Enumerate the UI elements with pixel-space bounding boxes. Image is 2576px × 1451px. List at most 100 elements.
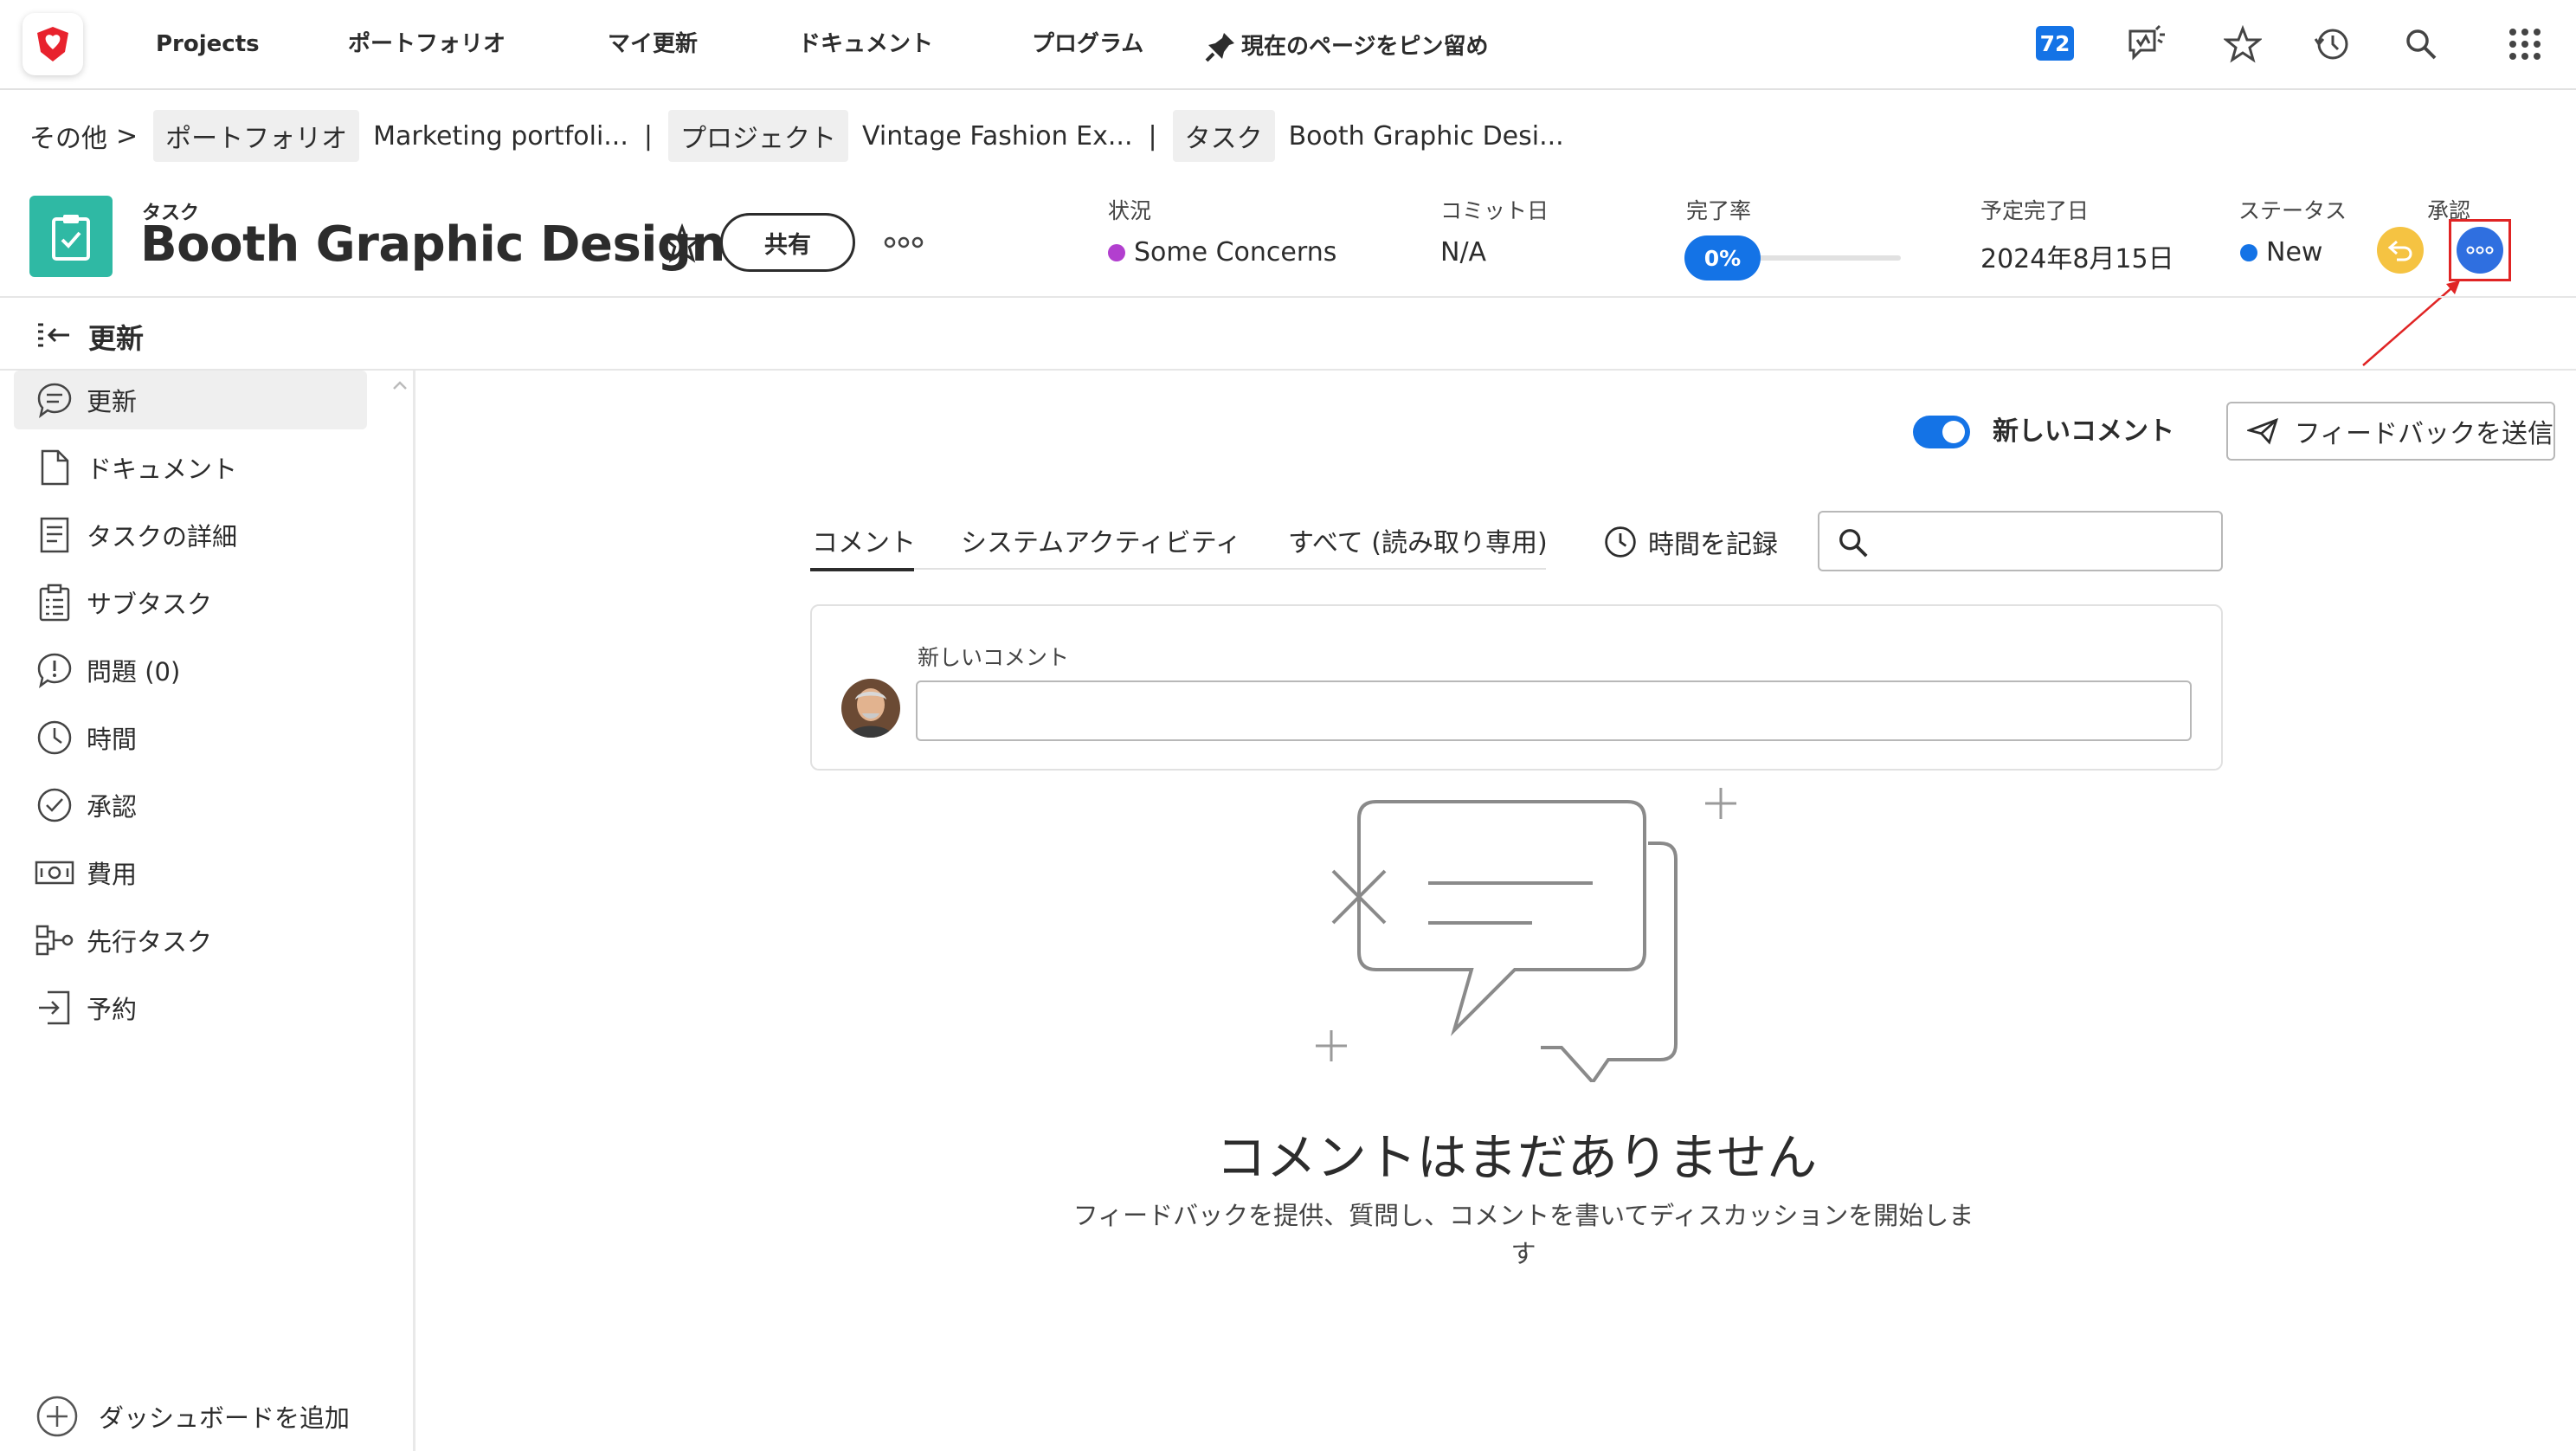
checkmark-circle-icon [35,785,74,825]
annotation-highlight-box [2449,219,2511,281]
send-feedback-label: フィードバックを送信 [2294,419,2553,449]
status-value[interactable]: New [2240,237,2322,268]
log-time-button[interactable]: 時間を記録 [1603,523,1778,561]
nav-documents[interactable]: ドキュメント [798,29,933,59]
more-options-icon[interactable] [881,227,926,258]
favorite-star-icon[interactable] [660,221,705,266]
share-button[interactable]: 共有 [720,213,855,272]
sidebar-item-label: 先行タスク [87,927,213,957]
sidebar-item-hours[interactable]: 時間 [14,708,367,767]
nav-portfolio[interactable]: ポートフォリオ [348,29,506,59]
empty-state-description: フィードバックを提供、質問し、コメントを書いてディスカッションを開始します [1072,1201,1974,1268]
sidebar-item-label: タスクの詳細 [87,522,238,551]
condition-dot [1108,243,1125,261]
clock-icon [35,718,74,758]
commit-date-value[interactable]: N/A [1440,237,1486,268]
sidebar-item-label: 問題 (0) [87,657,181,687]
condition-label: 状況 [1108,198,1152,223]
add-dashboard-button[interactable]: ダッシュボードを追加 [35,1394,350,1439]
tab-all-readonly[interactable]: すべて (読み取り専用) [1288,526,1548,561]
annotation-arrow-icon [2362,281,2460,366]
sidebar-item-predecessors[interactable]: 先行タスク [14,911,367,970]
sidebar-item-label: 費用 [87,860,138,889]
collapse-panel-icon [38,323,69,347]
new-comment-toggle[interactable] [1913,416,1970,448]
clock-icon [1605,526,1636,558]
notification-badge[interactable]: 72 [2036,26,2074,61]
tab-system-activity[interactable]: システムアクティビティ [961,526,1241,561]
nav-my-updates[interactable]: マイ更新 [608,29,698,59]
sidebar-item-subtasks[interactable]: サブタスク [14,573,367,632]
user-avatar[interactable] [841,679,900,738]
tab-comments[interactable]: コメント [812,526,916,561]
sidebar-item-expenses[interactable]: 費用 [14,843,367,902]
nav-pin-page[interactable]: 現在のページをピン留め [1203,29,1488,64]
status-text: New [2266,237,2323,268]
nav-projects[interactable]: Projects [156,29,260,59]
status-label: ステータス [2238,198,2347,223]
nav-pin-label: 現在のページをピン留め [1241,34,1489,60]
breadcrumb: その他 > ポートフォリオ Marketing portfoli... | プロ… [29,110,1571,162]
money-icon [35,853,74,893]
shield-logo-icon [37,27,68,61]
breadcrumb-portfolio-link[interactable]: Marketing portfoli... [373,121,628,152]
new-comment-toggle-label: 新しいコメント [1993,416,2174,447]
booking-icon [35,988,74,1028]
sidebar-item-booking[interactable]: 予約 [14,978,367,1037]
send-feedback-button[interactable]: フィードバックを送信 [2226,402,2555,461]
sidebar-item-issues[interactable]: 問題 (0) [14,641,367,700]
planned-completion-value[interactable]: 2024年8月15日 [1980,237,2174,275]
percent-complete-badge[interactable]: 0% [1684,235,1761,281]
breadcrumb-project-link[interactable]: Vintage Fashion Ex... [862,121,1132,152]
panel-collapse-toggle[interactable]: 更新 [35,315,144,358]
percent-complete-label: 完了率 [1686,198,1752,223]
app-grid-icon[interactable] [2503,23,2547,66]
condition-text: Some Concerns [1134,237,1337,268]
comment-search-input[interactable] [1818,511,2223,571]
task-clipboard-icon [29,196,113,277]
empty-state-title: コメントはまだありません [1215,1128,1818,1187]
header-divider [0,296,2576,298]
send-paper-plane-icon [2247,417,2279,445]
nav-programs[interactable]: プログラム [1032,29,1143,59]
comment-icon [35,380,74,420]
sidebar-item-label: サブタスク [87,590,213,619]
breadcrumb-task-current: Booth Graphic Desi... [1288,120,1564,152]
add-dashboard-label: ダッシュボードを追加 [99,1403,351,1433]
favorites-star-icon[interactable] [2221,23,2264,66]
document-icon [35,448,74,487]
breadcrumb-separator: | [1148,120,1157,152]
top-navigation-bar: Projects ポートフォリオ マイ更新 ドキュメント プログラム 現在のペー… [0,0,2576,90]
breadcrumb-task-type: タスク [1172,110,1275,162]
breadcrumb-root[interactable]: その他 [29,117,107,155]
sidebar-item-task-details[interactable]: タスクの詳細 [14,506,367,564]
details-icon [35,515,74,555]
panel-title: 更新 [88,322,145,355]
add-circle-icon [36,1396,78,1437]
log-time-label: 時間を記録 [1648,530,1778,560]
whats-new-icon[interactable] [2124,23,2167,66]
status-dot [2240,243,2257,261]
sidebar-item-label: 承認 [87,792,138,822]
approval-undo-icon[interactable] [2377,227,2424,274]
pin-icon [1205,33,1234,62]
issue-icon [35,650,74,690]
app-logo[interactable] [23,13,83,75]
sidebar-item-label: ドキュメント [87,455,238,484]
recents-history-icon[interactable] [2309,23,2353,66]
sidebar-item-documents[interactable]: ドキュメント [14,438,367,497]
new-comment-label: 新しいコメント [918,645,1070,670]
planned-completion-label: 予定完了日 [1980,198,2090,223]
no-comments-illustration-icon [1316,788,1736,1082]
search-icon[interactable] [2399,23,2443,66]
active-tab-indicator [810,568,914,571]
sidebar-item-updates[interactable]: 更新 [14,371,367,429]
sidebar-item-label: 予約 [87,995,138,1024]
page-title[interactable]: Booth Graphic Design [140,216,725,273]
sidebar-item-approvals[interactable]: 承認 [14,776,367,835]
sidebar-scroll-up-icon[interactable] [391,379,409,391]
breadcrumb-portfolio-type: ポートフォリオ [153,110,360,162]
breadcrumb-project-type: プロジェクト [668,110,848,162]
new-comment-input[interactable] [916,680,2192,741]
condition-value[interactable]: Some Concerns [1108,237,1336,268]
